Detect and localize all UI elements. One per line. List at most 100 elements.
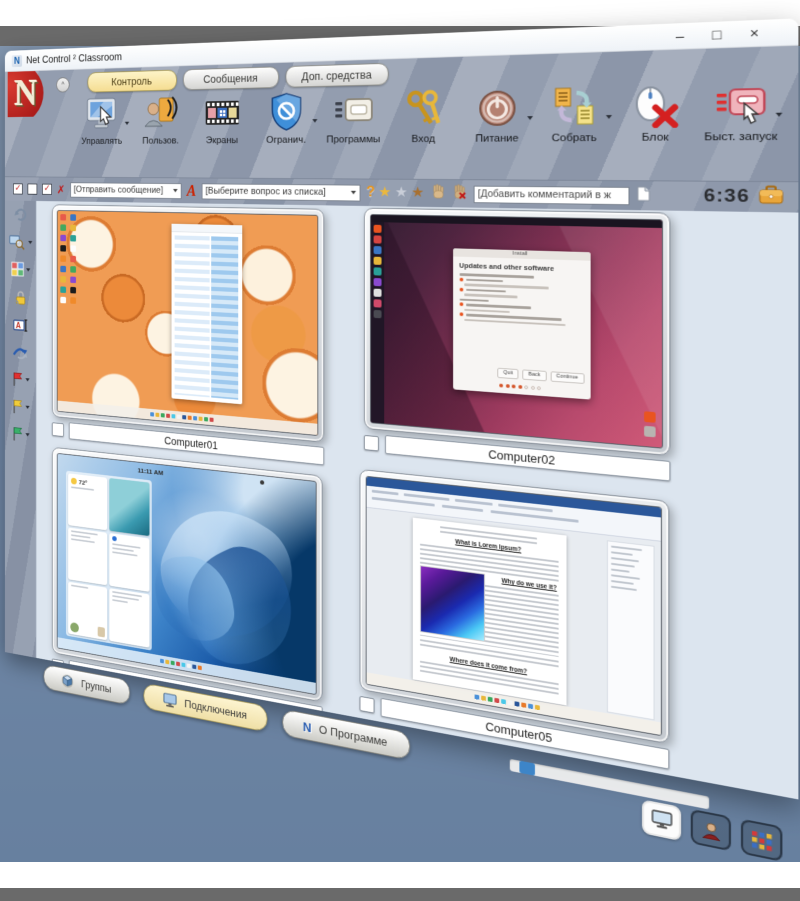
users-button[interactable]: Пользов.: [131, 93, 191, 147]
window-title: Net Control ² Classroom: [26, 51, 122, 66]
ubuntu-desktop-icons: [644, 411, 656, 437]
desktop-clock: 11:11 AM: [138, 467, 164, 477]
monitor-icon: [650, 809, 673, 832]
lower-hand-icon[interactable]: [452, 183, 467, 204]
left-sidebar: A: [5, 200, 36, 657]
dropdown-arrow-icon: [28, 241, 32, 244]
back-button[interactable]: Back: [523, 369, 547, 381]
mouse-block-icon: [614, 80, 697, 130]
app-logo-icon: N: [12, 55, 22, 67]
yellow-flag-button[interactable]: [11, 398, 29, 415]
computer-thumbnail[interactable]: What is Lorem Ipsum? Why do we use it? W…: [360, 469, 670, 770]
installer-dialog: Install Updates and other software: [453, 248, 590, 399]
filmstrip-icon: [191, 91, 254, 134]
grid-view-button[interactable]: [741, 819, 782, 862]
computer-checkbox[interactable]: [52, 422, 64, 437]
view-mode-button[interactable]: [11, 261, 30, 277]
keys-icon: [388, 86, 460, 132]
toolbar-label: Питание: [460, 133, 535, 145]
app-window: N Net Control ² Classroom – □ × N ^ Конт…: [5, 18, 798, 898]
computer05-screen[interactable]: What is Lorem Ipsum? Why do we use it? W…: [366, 476, 662, 736]
gold-star-icon[interactable]: ★: [378, 186, 391, 200]
question-dropdown[interactable]: [Выберите вопрос из списка]: [202, 183, 361, 201]
invert-selection-checkbox-icon[interactable]: ✓: [42, 184, 52, 195]
screens-button[interactable]: Экраны: [191, 91, 254, 146]
font-style-button[interactable]: A: [187, 182, 196, 200]
toolbar-label: Пользов.: [131, 136, 191, 146]
select-all-checkbox-icon[interactable]: ✓: [13, 183, 23, 194]
journal-comment-input[interactable]: [Добавить комментарий в ж: [473, 185, 629, 205]
send-message-dropdown[interactable]: [Отправить сообщение]: [70, 182, 181, 199]
lock-button[interactable]: [13, 289, 28, 307]
dropdown-arrow-icon: [312, 119, 317, 123]
computer-thumbnail[interactable]: Computer01: [52, 204, 324, 465]
computer-checkbox[interactable]: [360, 696, 375, 714]
format-sidebar: [607, 540, 655, 720]
computer02-screen[interactable]: Install Updates and other software: [370, 214, 663, 449]
photo-widget: [109, 478, 149, 536]
computer-thumbnail[interactable]: Install Updates and other software: [364, 208, 670, 482]
quick-launch-icon: [697, 78, 784, 129]
bronze-star-icon[interactable]: ★: [411, 186, 424, 201]
journal-page-icon[interactable]: [636, 186, 650, 206]
power-button[interactable]: Питание: [460, 84, 535, 144]
temperature: 72°: [79, 478, 88, 486]
quick-run-button[interactable]: Быст. запуск: [697, 78, 784, 143]
program-window-icon: [319, 88, 388, 133]
refresh-button[interactable]: [13, 207, 28, 223]
manage-button[interactable]: Управлять: [73, 94, 131, 146]
raise-hand-icon[interactable]: [431, 183, 446, 204]
red-flag-button[interactable]: [11, 371, 29, 388]
rename-button[interactable]: A: [13, 318, 28, 333]
monitor-frame: Install Updates and other software: [364, 208, 670, 456]
toolbar-label: Собрать: [535, 132, 614, 144]
help-quiz-button[interactable]: ?: [366, 185, 375, 201]
computer01-screen[interactable]: [57, 210, 318, 436]
chevron-down-icon: [173, 189, 178, 192]
dropdown-arrow-icon: [606, 115, 612, 119]
computer-checkbox[interactable]: [364, 435, 379, 451]
dialog-heading: Updates and other software: [459, 261, 583, 274]
computer04-screen[interactable]: 11:11 AM 72°: [57, 453, 317, 695]
briefcase-icon[interactable]: [758, 185, 785, 209]
collect-button[interactable]: Собрать: [535, 82, 614, 144]
sun-icon: [71, 477, 77, 484]
clear-selection-icon[interactable]: ✗: [57, 184, 65, 195]
monitor-frame: [52, 204, 324, 442]
maximize-button[interactable]: □: [698, 26, 735, 43]
dropdown-arrow-icon: [527, 116, 533, 120]
toolbar-label: Управлять: [73, 136, 131, 146]
block-button[interactable]: Блок: [614, 80, 697, 143]
doc-image: [420, 565, 485, 642]
widgets-panel: 72°: [66, 470, 152, 650]
tab-label: Подключения: [184, 697, 247, 721]
tab-extra-tools[interactable]: Доп. средства: [286, 63, 389, 88]
connect-button[interactable]: [12, 343, 28, 360]
users-view-button[interactable]: [691, 809, 731, 852]
chevron-down-icon: [351, 191, 356, 195]
lesson-timer: 6:36: [704, 186, 750, 208]
dropdown-arrow-icon: [776, 113, 783, 117]
dropdown-arrow-icon: [125, 122, 129, 125]
programs-button[interactable]: Программы: [319, 88, 388, 145]
grid-icon: [750, 829, 772, 851]
close-button[interactable]: ×: [735, 24, 773, 41]
continue-button[interactable]: Continue: [550, 371, 584, 384]
green-flag-button[interactable]: [11, 425, 29, 442]
tab-messages[interactable]: Сообщения: [183, 66, 279, 90]
restrictions-button[interactable]: Огранич.: [254, 89, 320, 145]
minimize-button[interactable]: –: [662, 27, 698, 44]
quit-button[interactable]: Quit: [497, 367, 518, 379]
find-computer-button[interactable]: [9, 234, 32, 250]
silver-star-icon[interactable]: ★: [395, 186, 408, 200]
tab-label: Группы: [81, 678, 111, 695]
svg-text:A: A: [16, 321, 21, 330]
netcontrol-logo: N: [8, 71, 51, 118]
login-button[interactable]: Вход: [388, 86, 460, 145]
deselect-checkbox-icon[interactable]: [28, 184, 38, 195]
desktop-icons: [60, 214, 77, 398]
monitor-view-button[interactable]: [642, 799, 681, 841]
calendar-widget: [109, 533, 149, 592]
tab-control[interactable]: Контроль: [88, 70, 177, 93]
dropdown-arrow-icon: [26, 268, 30, 271]
